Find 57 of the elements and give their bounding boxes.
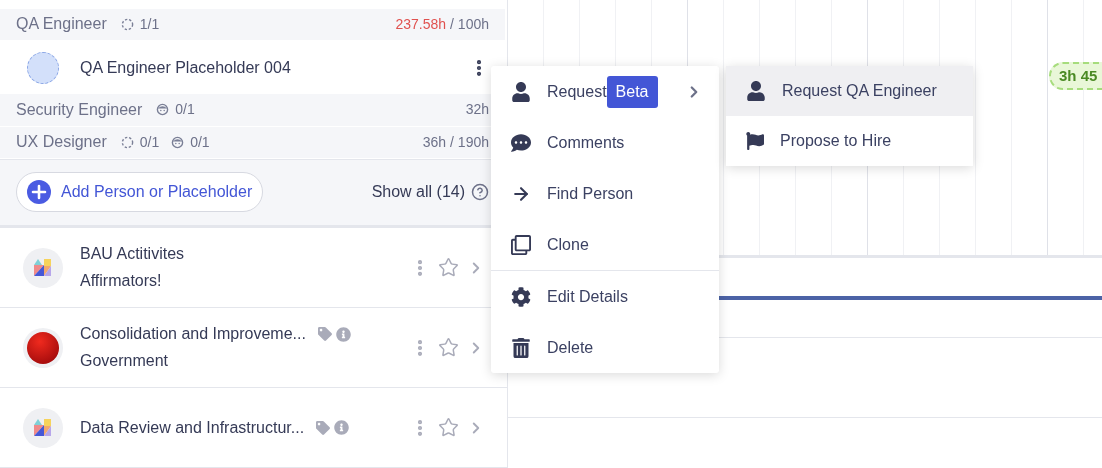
hours-used: 32h xyxy=(465,100,489,120)
role-count: 1/1 xyxy=(139,14,160,34)
comment-icon xyxy=(511,132,531,153)
submenu-item[interactable]: Request QA Engineer xyxy=(726,66,973,116)
menu-item-label: Request xyxy=(547,81,607,102)
info-icon xyxy=(335,326,351,342)
role-count: 0/1 xyxy=(139,132,160,152)
project-title: BAU Actitivites xyxy=(80,244,185,264)
star-icon[interactable] xyxy=(438,337,459,358)
project-row[interactable]: Data Review and Infrastructur... xyxy=(0,388,507,468)
logo-icon xyxy=(23,247,63,288)
role-count: 0/1 xyxy=(190,132,210,152)
project-client: Affirmators! xyxy=(80,271,163,291)
star-icon[interactable] xyxy=(438,417,459,438)
show-all-button[interactable]: Show all (14) xyxy=(371,180,465,205)
star-icon[interactable] xyxy=(438,257,459,278)
settings-icon xyxy=(511,286,531,307)
face-icon xyxy=(171,135,185,149)
menu-item-label: Find Person xyxy=(547,183,634,204)
menu-item[interactable]: Find Person xyxy=(491,168,719,219)
dashed-circle-icon xyxy=(120,17,134,31)
placeholder-avatar xyxy=(27,51,59,84)
submenu-item[interactable]: Propose to Hire xyxy=(726,116,973,166)
ball-icon xyxy=(23,327,63,368)
project-client: Government xyxy=(80,351,170,371)
role-name: QA Engineer xyxy=(16,14,107,35)
menu-item[interactable]: Comments xyxy=(491,117,719,168)
role-name: Security Engineer xyxy=(16,99,143,120)
menu-item-label: Edit Details xyxy=(547,286,628,307)
info-icon xyxy=(334,420,350,435)
menu-item-label: Delete xyxy=(547,337,594,358)
hours-used: 237.58h xyxy=(395,14,447,34)
submenu-item-label: Propose to Hire xyxy=(780,131,892,151)
user-icon xyxy=(746,81,766,101)
role-count: 0/1 xyxy=(175,100,195,120)
beta-badge: Beta xyxy=(606,75,658,108)
hours-total: / 190h xyxy=(450,132,489,152)
menu-item-label: Comments xyxy=(547,132,625,153)
trash-icon xyxy=(511,337,531,358)
flag-icon xyxy=(746,132,764,150)
clone-icon xyxy=(511,234,531,255)
user-icon xyxy=(511,81,531,102)
hours-total: / 100h xyxy=(450,14,489,34)
logo-icon xyxy=(23,407,63,448)
help-icon[interactable] xyxy=(471,183,489,202)
dashed-circle-icon xyxy=(120,135,134,149)
hours-used: 36h xyxy=(422,132,447,152)
role-name: UX Designer xyxy=(16,132,107,153)
member-name: QA Engineer Placeholder 004 xyxy=(80,57,291,78)
plus-icon xyxy=(27,180,51,205)
time-pill[interactable]: 3h 45 xyxy=(1049,62,1102,90)
project-title: Data Review and Infrastructur... xyxy=(80,417,305,438)
project-title: Consolidation and Improveme... xyxy=(80,324,306,344)
add-person-button[interactable]: Add Person or Placeholder xyxy=(16,172,264,213)
submenu-item-label: Request QA Engineer xyxy=(782,81,937,101)
face-icon xyxy=(156,103,170,117)
menu-item-label: Clone xyxy=(547,234,589,255)
